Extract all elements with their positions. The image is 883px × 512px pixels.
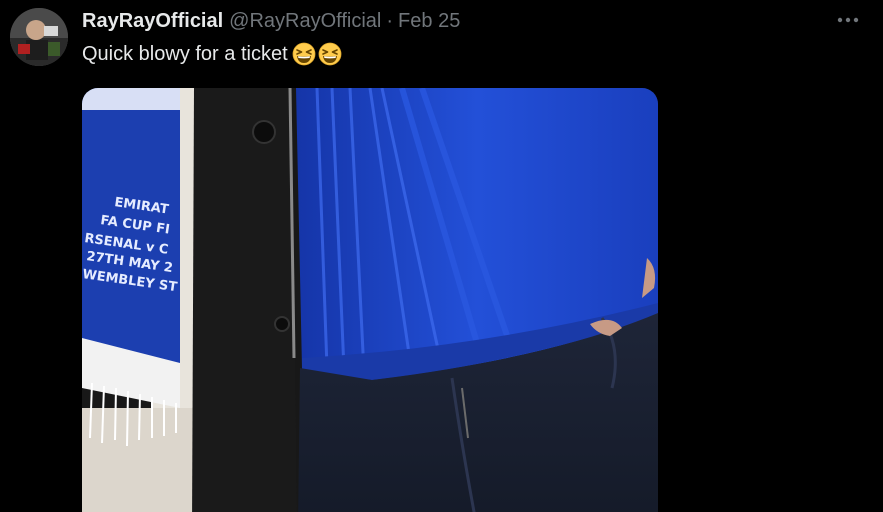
photo-illustration: EMIRAT FA CUP FI RSENAL v C 27TH MAY 2 W… [82, 88, 658, 512]
user-handle[interactable]: @RayRayOfficial [229, 10, 381, 33]
tweet-text-content: Quick blowy for a ticket [82, 42, 288, 65]
coat [192, 88, 297, 512]
more-options-button[interactable] [834, 8, 862, 32]
more-dots-icon [837, 17, 859, 23]
tweet-date[interactable]: Feb 25 [398, 10, 460, 33]
grinning-squinting-face-icon [318, 42, 342, 66]
grinning-squinting-face-icon [292, 42, 316, 66]
tweet: RayRayOfficial @RayRayOfficial · Feb 25 … [0, 0, 883, 512]
avatar[interactable] [10, 8, 68, 66]
tweet-media-image[interactable]: EMIRAT FA CUP FI RSENAL v C 27TH MAY 2 W… [82, 88, 658, 512]
tweet-header: RayRayOfficial @RayRayOfficial · Feb 25 [82, 9, 460, 33]
avatar-image [10, 8, 68, 66]
separator-dot: · [386, 9, 394, 32]
tweet-text: Quick blowy for a ticket [82, 42, 342, 66]
display-name[interactable]: RayRayOfficial [82, 10, 223, 33]
